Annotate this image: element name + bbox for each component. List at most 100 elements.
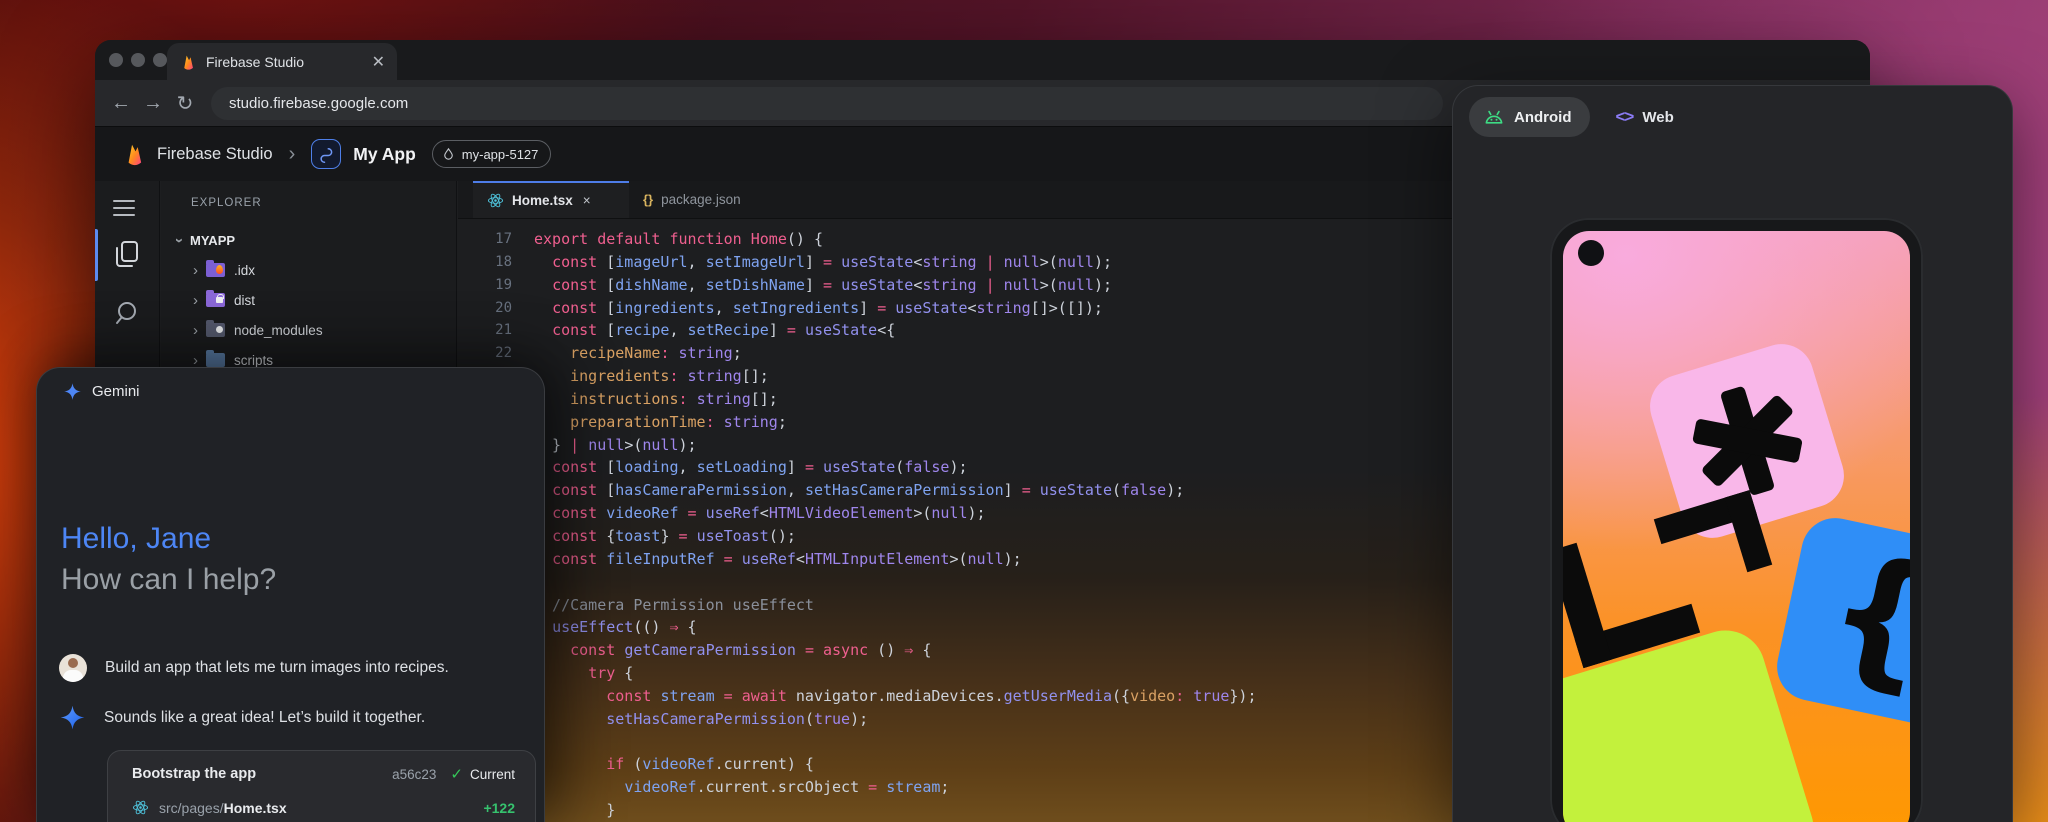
user-message: Build an app that lets me turn images in… [105,659,449,677]
reload-icon[interactable]: ↻ [169,91,201,116]
status-badge: Current [470,767,515,782]
breadcrumb-separator: › [289,143,296,166]
editor-tab-label: package.json [661,192,741,207]
web-tab-label: Web [1642,109,1673,126]
window-control-dot[interactable] [153,53,167,67]
react-icon [487,192,504,209]
code-line-23: 23 ingredients: string[]; [458,365,1257,388]
code-line-19: 19 const [dishName, setDishName] = useSt… [458,274,1257,297]
folder-icon [206,293,225,307]
android-icon [1483,108,1505,126]
tab-close-icon[interactable]: × [583,193,591,208]
stage: Firebase Studio ✕ ← → ↻ studio.firebase.… [0,0,2048,822]
window-control-dot[interactable] [131,53,145,67]
folder-icon [206,353,225,367]
tab-close-icon[interactable]: ✕ [372,52,385,72]
web-tab[interactable]: <> Web [1616,107,1674,127]
line-number: 21 [458,319,512,342]
window-control-dot[interactable] [109,53,123,67]
code-line-25: 25 preparationTime: string; [458,411,1257,434]
folder-label: dist [234,293,255,308]
code-line-37: 37 const stream = await navigator.mediaD… [458,685,1257,708]
platform-toggle: Android <> Web [1469,97,1674,137]
code-line-40: 40 if (videoRef.current) { [458,753,1257,776]
greeting-question: How can I help? [61,559,276,600]
android-tab-label: Android [1514,109,1572,126]
chevron-down-icon: › [171,238,188,243]
code-line-34: 34 useEffect(() ⇒ { [458,616,1257,639]
line-number: 22 [458,342,512,365]
explorer-folder-.idx[interactable]: › .idx [161,255,456,285]
folder-label: .idx [234,263,255,278]
chevron-right-icon: › [193,322,198,339]
blue-brace-shape: { [1771,512,1910,731]
code-line-41: 41 videoRef.current.srcObject = stream; [458,776,1257,799]
code-line-27: 27 const [loading, setLoading] = useStat… [458,456,1257,479]
explorer-folder-node_modules[interactable]: › node_modules [161,315,456,345]
json-braces-icon: {} [643,192,653,207]
code-area[interactable]: 17export default function Home() {18 con… [458,219,1257,822]
code-line-20: 20 const [ingredients, setIngredients] =… [458,297,1257,320]
search-icon[interactable] [114,298,142,333]
user-avatar [59,654,87,682]
code-line-31: 31 const fileInputRef = useRef<HTMLInput… [458,548,1257,571]
bootstrap-card[interactable]: Bootstrap the app a56c23 ✓ Current src/p… [107,750,536,822]
editor-tab-package-json[interactable]: {} package.json [629,181,755,218]
window-controls[interactable] [109,53,167,67]
url-text: studio.firebase.google.com [229,95,408,112]
tree-root-myapp[interactable]: › MYAPP [161,225,456,255]
code-line-29: 29 const videoRef = useRef<HTMLVideoElem… [458,502,1257,525]
chevron-right-icon: › [193,292,198,309]
code-line-35: 35 const getCameraPermission = async () … [458,639,1257,662]
changed-file-row[interactable]: src/pages/Home.tsx +122 [132,799,515,816]
editor-tab-home-tsx[interactable]: Home.tsx × [473,181,629,218]
project-id-pill[interactable]: my-app-5127 [432,140,552,168]
gemini-title: Gemini [92,383,140,400]
code-line-36: 36 try { [458,662,1257,685]
menu-icon[interactable] [113,195,135,221]
android-tab[interactable]: Android [1469,97,1590,137]
explorer-folder-dist[interactable]: › dist [161,285,456,315]
assistant-message-row: Sounds like a great idea! Let’s build it… [59,704,425,731]
folder-label: node_modules [234,323,323,338]
code-line-21: 21 const [recipe, setRecipe] = useState<… [458,319,1257,342]
explorer-files-icon[interactable] [113,239,141,274]
browser-tab-title: Firebase Studio [206,54,363,70]
file-path: src/pages/Home.tsx [159,800,473,816]
bootstrap-card-header: Bootstrap the app a56c23 ✓ Current [132,765,515,783]
card-title: Bootstrap the app [132,766,392,782]
app-prototyping-icon [311,139,341,169]
code-line-38: 38 setHasCameraPermission(true); [458,708,1257,731]
active-view-indicator [95,229,98,281]
tree-root-label: MYAPP [190,233,235,248]
back-icon[interactable]: ← [105,92,137,115]
phone-screen: { [1563,231,1910,822]
browser-tab[interactable]: Firebase Studio ✕ [167,43,397,80]
editor-tab-label: Home.tsx [512,193,573,208]
code-line-24: 24 instructions: string[]; [458,388,1257,411]
line-number: 20 [458,297,512,320]
forward-icon[interactable]: → [137,92,169,115]
react-icon [132,799,149,816]
phone-mockup: { [1550,218,1923,822]
preview-panel: Android <> Web { [1452,85,2013,822]
folder-icon [206,323,225,337]
gemini-greeting: Hello, Jane How can I help? [61,518,276,600]
brace-icon: { [1815,532,1910,699]
code-line-32: 32 [458,571,1257,594]
address-bar[interactable]: studio.firebase.google.com [211,87,1443,120]
assistant-message: Sounds like a great idea! Let’s build it… [104,709,425,727]
line-number: 17 [458,228,512,251]
gemini-sparkle-icon [59,704,86,731]
chevron-right-icon: › [193,262,198,279]
browser-tab-strip: Firebase Studio ✕ [95,40,1870,80]
folder-icon [206,263,225,277]
firebase-logo-icon [121,141,147,167]
greeting-name: Hello, Jane [61,518,276,559]
code-line-28: 28 const [hasCameraPermission, setHasCam… [458,479,1257,502]
code-line-22: 22 recipeName: string; [458,342,1257,365]
chevron-right-icon: › [193,352,198,369]
firebase-favicon-icon [179,53,197,71]
check-icon: ✓ [450,765,463,783]
code-line-18: 18 const [imageUrl, setImageUrl] = useSt… [458,251,1257,274]
